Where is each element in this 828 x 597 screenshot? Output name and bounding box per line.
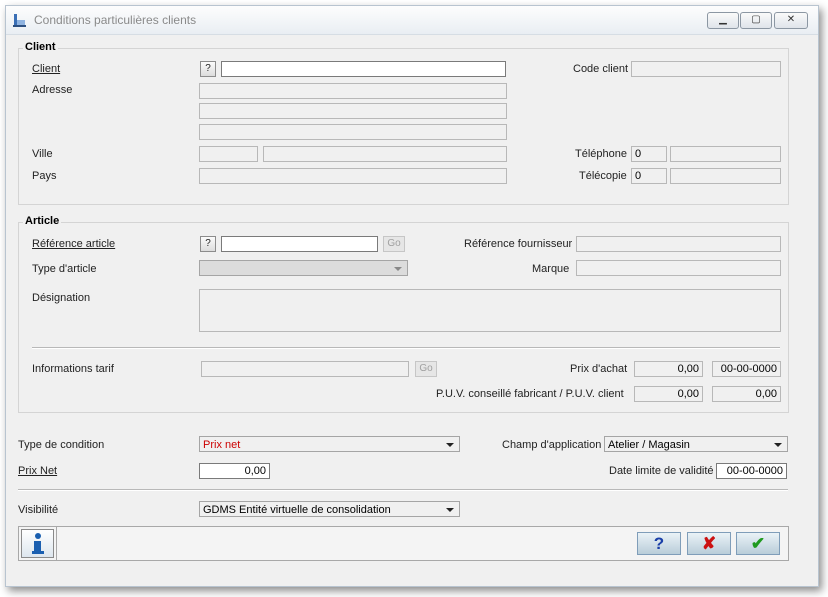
pays-label: Pays — [32, 170, 57, 182]
chevron-down-icon — [446, 443, 454, 447]
window-title: Conditions particulières clients — [34, 13, 197, 27]
prix-achat-field: 0,00 — [634, 361, 703, 377]
type-article-select[interactable] — [199, 260, 408, 276]
client-group-title: Client — [23, 41, 58, 53]
divider — [32, 347, 780, 349]
champ-application-label: Champ d'application — [502, 439, 602, 451]
informations-tarif-label: Informations tarif — [32, 363, 114, 375]
puv-client-field: 0,00 — [712, 386, 781, 402]
visibilite-select[interactable]: GDMS Entité virtuelle de consolidation — [199, 501, 460, 517]
informations-go-button[interactable]: Go — [415, 361, 437, 377]
code-postal-field — [199, 146, 258, 162]
client-help-button[interactable]: ? — [200, 61, 216, 77]
visibilite-value: GDMS Entité virtuelle de consolidation — [203, 504, 391, 516]
designation-field — [199, 289, 781, 332]
telecopie-label: Télécopie — [579, 170, 627, 182]
marque-field — [576, 260, 781, 276]
prix-net-input[interactable]: 0,00 — [199, 463, 270, 479]
type-condition-value: Prix net — [203, 439, 241, 451]
type-article-label: Type d'article — [32, 263, 97, 275]
prix-achat-label: Prix d'achat — [570, 363, 628, 375]
ville-field — [263, 146, 507, 162]
type-condition-select[interactable]: Prix net — [199, 436, 460, 452]
app-icon — [13, 14, 26, 27]
chevron-down-icon — [774, 443, 782, 447]
date-limite-input[interactable]: 00-00-0000 — [716, 463, 787, 479]
reference-help-button[interactable]: ? — [200, 236, 216, 252]
close-button[interactable]: ✕ — [774, 12, 808, 29]
adresse-line-1 — [199, 83, 507, 99]
client-label[interactable]: Client — [32, 63, 60, 75]
pays-field — [199, 168, 507, 184]
cancel-button[interactable]: ✘ — [687, 532, 731, 555]
champ-application-select[interactable]: Atelier / Magasin — [604, 436, 788, 452]
prix-achat-date-field: 00-00-0000 — [712, 361, 781, 377]
puv-fabricant-field: 0,00 — [634, 386, 703, 402]
toolbar-divider — [56, 527, 57, 560]
help-button[interactable]: ? — [637, 532, 681, 555]
code-client-field — [631, 61, 781, 77]
type-condition-label: Type de condition — [18, 439, 105, 451]
adresse-label: Adresse — [32, 84, 73, 96]
adresse-line-3 — [199, 124, 507, 140]
code-client-label: Code client — [573, 63, 629, 75]
info-button[interactable] — [21, 529, 54, 558]
reference-article-label[interactable]: Référence article — [32, 238, 115, 250]
reference-article-input[interactable] — [221, 236, 378, 252]
date-limite-label: Date limite de validité — [609, 465, 714, 477]
ok-button[interactable]: ✔ — [736, 532, 780, 555]
telephone-field — [670, 146, 781, 162]
visibilite-label: Visibilité — [18, 504, 59, 516]
designation-label: Désignation — [32, 292, 91, 304]
chevron-down-icon — [446, 508, 454, 512]
info-icon — [32, 533, 44, 554]
chevron-down-icon — [394, 267, 402, 271]
prix-net-label[interactable]: Prix Net — [18, 465, 57, 477]
marque-label: Marque — [532, 263, 570, 275]
reference-fournisseur-label: Référence fournisseur — [464, 238, 573, 250]
champ-application-value: Atelier / Magasin — [608, 439, 690, 451]
minimize-button[interactable]: ▁ — [707, 12, 739, 29]
dialog-window: Conditions particulières clients ▁ ▢ ✕ C… — [5, 5, 819, 587]
client-input[interactable] — [221, 61, 506, 77]
telecopie-field — [670, 168, 781, 184]
informations-tarif-field — [201, 361, 409, 377]
adresse-line-2 — [199, 103, 507, 119]
reference-fournisseur-field — [576, 236, 781, 252]
telephone-prefix: 0 — [631, 146, 667, 162]
telephone-label: Téléphone — [575, 148, 627, 160]
article-group-title: Article — [23, 215, 62, 227]
title-bar: Conditions particulières clients ▁ ▢ ✕ — [6, 6, 818, 35]
puv-label: P.U.V. conseillé fabricant / P.U.V. clie… — [436, 388, 624, 400]
ville-label: Ville — [32, 148, 53, 160]
reference-go-button[interactable]: Go — [383, 236, 405, 252]
telecopie-prefix: 0 — [631, 168, 667, 184]
bottom-toolbar: ? ✘ ✔ — [18, 526, 789, 561]
divider — [18, 489, 788, 491]
maximize-button[interactable]: ▢ — [740, 12, 772, 29]
